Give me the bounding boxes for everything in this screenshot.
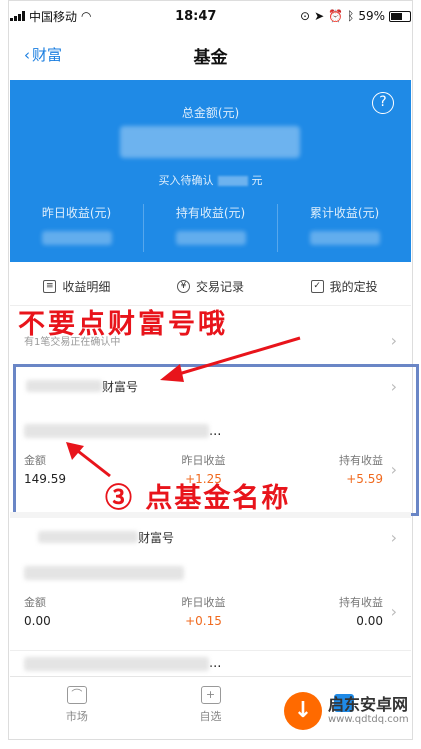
lock-rotation-icon: ⊙: [300, 9, 311, 23]
back-button[interactable]: ‹ 财富: [24, 44, 62, 65]
carrier: 中国移动: [29, 9, 78, 24]
alarm-icon: ⏰: [328, 9, 344, 23]
assets-summary-card: ? 总金额(元) 买入待确认元 昨日收益(元) 持有收益(元) 累计收益(元): [10, 80, 411, 262]
list-icon: ≡: [43, 280, 57, 293]
battery-percent: 59%: [358, 9, 385, 23]
signal-icon: [10, 11, 25, 21]
tab-market[interactable]: ⌒ 市场: [10, 677, 144, 732]
stat-holding: 持有收益(元): [144, 204, 278, 252]
chevron-left-icon: ‹: [24, 45, 30, 64]
earnings-stats: 昨日收益(元) 持有收益(元) 累计收益(元): [10, 204, 411, 252]
total-amount-value-redacted: [120, 126, 300, 158]
watermark-logo-icon: ↓: [284, 692, 322, 730]
quick-links: ≡ 收益明细 ¥ 交易记录 ✓ 我的定投: [10, 268, 411, 306]
chevron-right-icon: ›: [390, 330, 397, 350]
fund-yesterday-gain: +0.15: [185, 614, 222, 628]
fund-name-row[interactable]: ...: [10, 650, 411, 676]
tab-favorites[interactable]: + 自选: [144, 677, 278, 732]
chevron-right-icon: ›: [390, 602, 397, 621]
fund-name-row[interactable]: [10, 560, 411, 586]
clock: 18:47: [175, 8, 217, 24]
annotation-tap-fund-name: ③ 点基金名称: [105, 483, 291, 514]
quick-link-auto-invest[interactable]: ✓ 我的定投: [277, 278, 411, 295]
quick-link-earnings-detail[interactable]: ≡ 收益明细: [10, 278, 144, 295]
back-label: 财富: [32, 46, 63, 64]
battery-icon: [389, 10, 411, 22]
annotation-arrow: [66, 442, 111, 478]
status-bar: 中国移动 ◠ 18:47 ⊙ ➤ ⏰ ᛒ 59%: [10, 0, 411, 32]
stat-yesterday: 昨日收益(元): [10, 204, 144, 252]
quick-link-transactions[interactable]: ¥ 交易记录: [144, 278, 278, 295]
annotation-arrow: [160, 336, 301, 382]
fund-amount: 0.00: [24, 614, 51, 628]
yen-circle-icon: ¥: [177, 280, 190, 293]
stat-cumulative: 累计收益(元): [278, 204, 411, 252]
fund-holding-gain: 0.00: [356, 614, 384, 628]
site-watermark: ↓ 启东安卓网 www.qdtdq.com: [284, 692, 409, 730]
fund-stats-row[interactable]: 金额 0.00 昨日收益 +0.15 持有收益 0.00 ›: [10, 588, 411, 642]
chevron-right-icon: ›: [390, 527, 397, 547]
navigation-bar: ‹ 财富 基金: [10, 32, 411, 78]
wifi-icon: ◠: [81, 9, 92, 23]
page-title: 基金: [193, 47, 228, 68]
calendar-icon: ✓: [310, 280, 324, 293]
wealth-account-row[interactable]: 财富号 ›: [10, 512, 411, 556]
favorite-icon: +: [200, 685, 221, 704]
wealth-account-label: 财富号: [138, 530, 175, 545]
pending-purchase: 买入待确认元: [158, 174, 263, 187]
total-amount-label: 总金额(元): [181, 106, 240, 120]
location-icon: ➤: [314, 9, 325, 23]
bluetooth-icon: ᛒ: [347, 9, 355, 23]
market-icon: ⌒: [66, 685, 87, 704]
